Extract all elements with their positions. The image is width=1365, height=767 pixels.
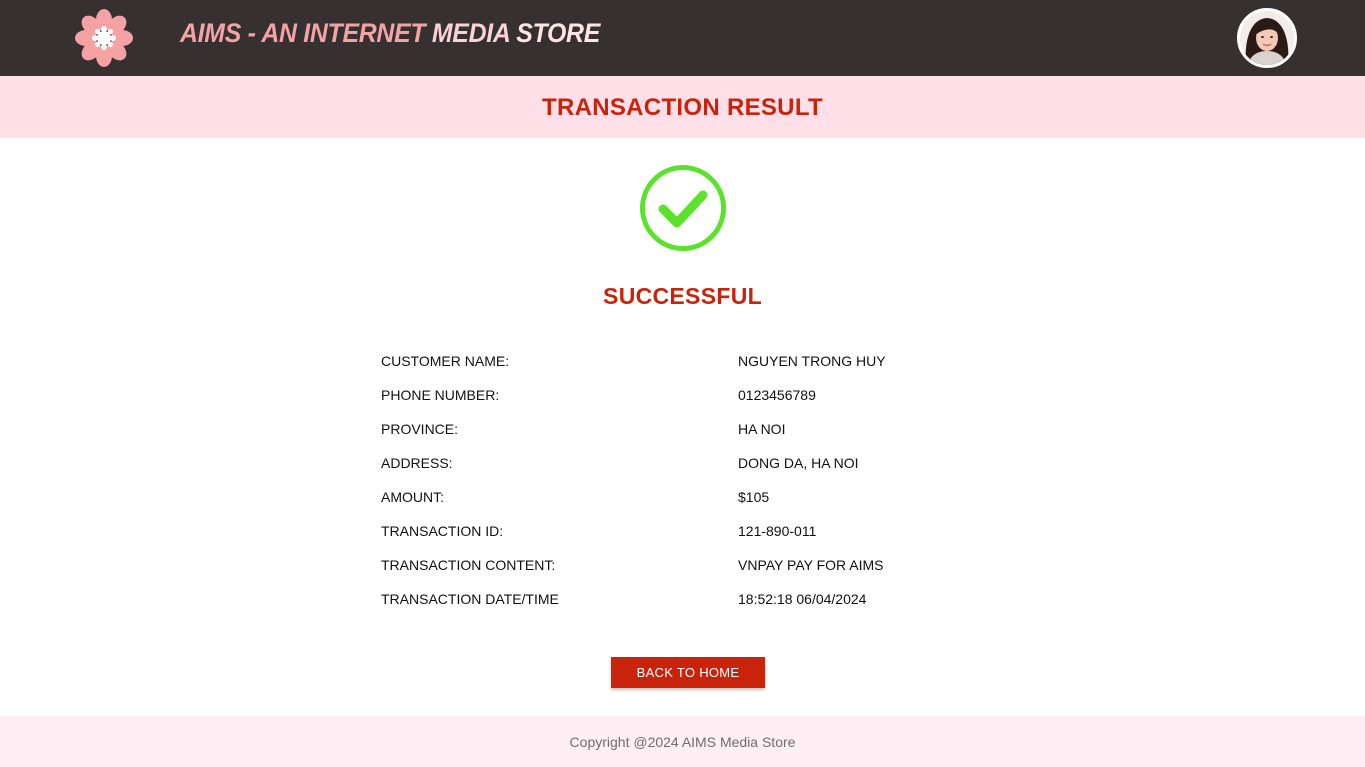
copyright-text: Copyright @2024 AIMS Media Store (569, 734, 796, 750)
detail-label: PROVINCE: (381, 421, 459, 437)
detail-row-customer-name: CUSTOMER NAME: NGUYEN TRONG HUY (381, 353, 1001, 373)
detail-row-transaction-id: TRANSACTION ID: 121-890-011 (381, 523, 1001, 543)
detail-row-address: ADDRESS: DONG DA, HA NOI (381, 455, 1001, 475)
detail-label: TRANSACTION DATE/TIME (381, 591, 559, 607)
detail-row-phone-number: PHONE NUMBER: 0123456789 (381, 387, 1001, 407)
detail-label: CUSTOMER NAME: (381, 353, 510, 369)
detail-value: 0123456789 (738, 387, 816, 403)
page-banner: TRANSACTION RESULT (0, 76, 1365, 138)
detail-label: TRANSACTION CONTENT: (381, 557, 556, 573)
detail-value: NGUYEN TRONG HUY (738, 353, 886, 369)
detail-row-transaction-datetime: TRANSACTION DATE/TIME 18:52:18 06/04/202… (381, 591, 1001, 611)
detail-value: DONG DA, HA NOI (738, 455, 859, 471)
top-header: AIMS - AN INTERNET MEDIA STORE (0, 0, 1365, 76)
detail-value: VNPAY PAY FOR AIMS (738, 557, 884, 573)
detail-label: AMOUNT: (381, 489, 444, 505)
flower-logo-icon[interactable] (72, 7, 136, 69)
page-title: TRANSACTION RESULT (542, 94, 823, 121)
user-avatar[interactable] (1237, 8, 1297, 68)
app-title-part2: MEDIA (431, 18, 510, 48)
detail-value: HA NOI (738, 421, 786, 437)
page-footer: Copyright @2024 AIMS Media Store (0, 716, 1365, 767)
detail-row-province: PROVINCE: HA NOI (381, 421, 1001, 441)
detail-label: PHONE NUMBER: (381, 387, 500, 403)
detail-row-transaction-content: TRANSACTION CONTENT: VNPAY PAY FOR AIMS (381, 557, 1001, 577)
detail-value: $105 (738, 489, 770, 505)
detail-value: 121-890-011 (738, 523, 817, 539)
app-title-part3: STORE (509, 18, 601, 48)
app-title-part1: AIMS - AN INTERNET (180, 18, 432, 48)
detail-row-amount: AMOUNT: $105 (381, 489, 1001, 509)
back-to-home-button[interactable]: BACK TO HOME (611, 657, 765, 688)
check-circle-icon (640, 165, 726, 251)
user-avatar-icon (1240, 11, 1294, 65)
status-label: SUCCESSFUL (603, 283, 762, 309)
detail-label: TRANSACTION ID: (381, 523, 504, 539)
app-title: AIMS - AN INTERNET MEDIA STORE (180, 18, 600, 49)
detail-value: 18:52:18 06/04/2024 (738, 591, 867, 607)
detail-label: ADDRESS: (381, 455, 453, 471)
